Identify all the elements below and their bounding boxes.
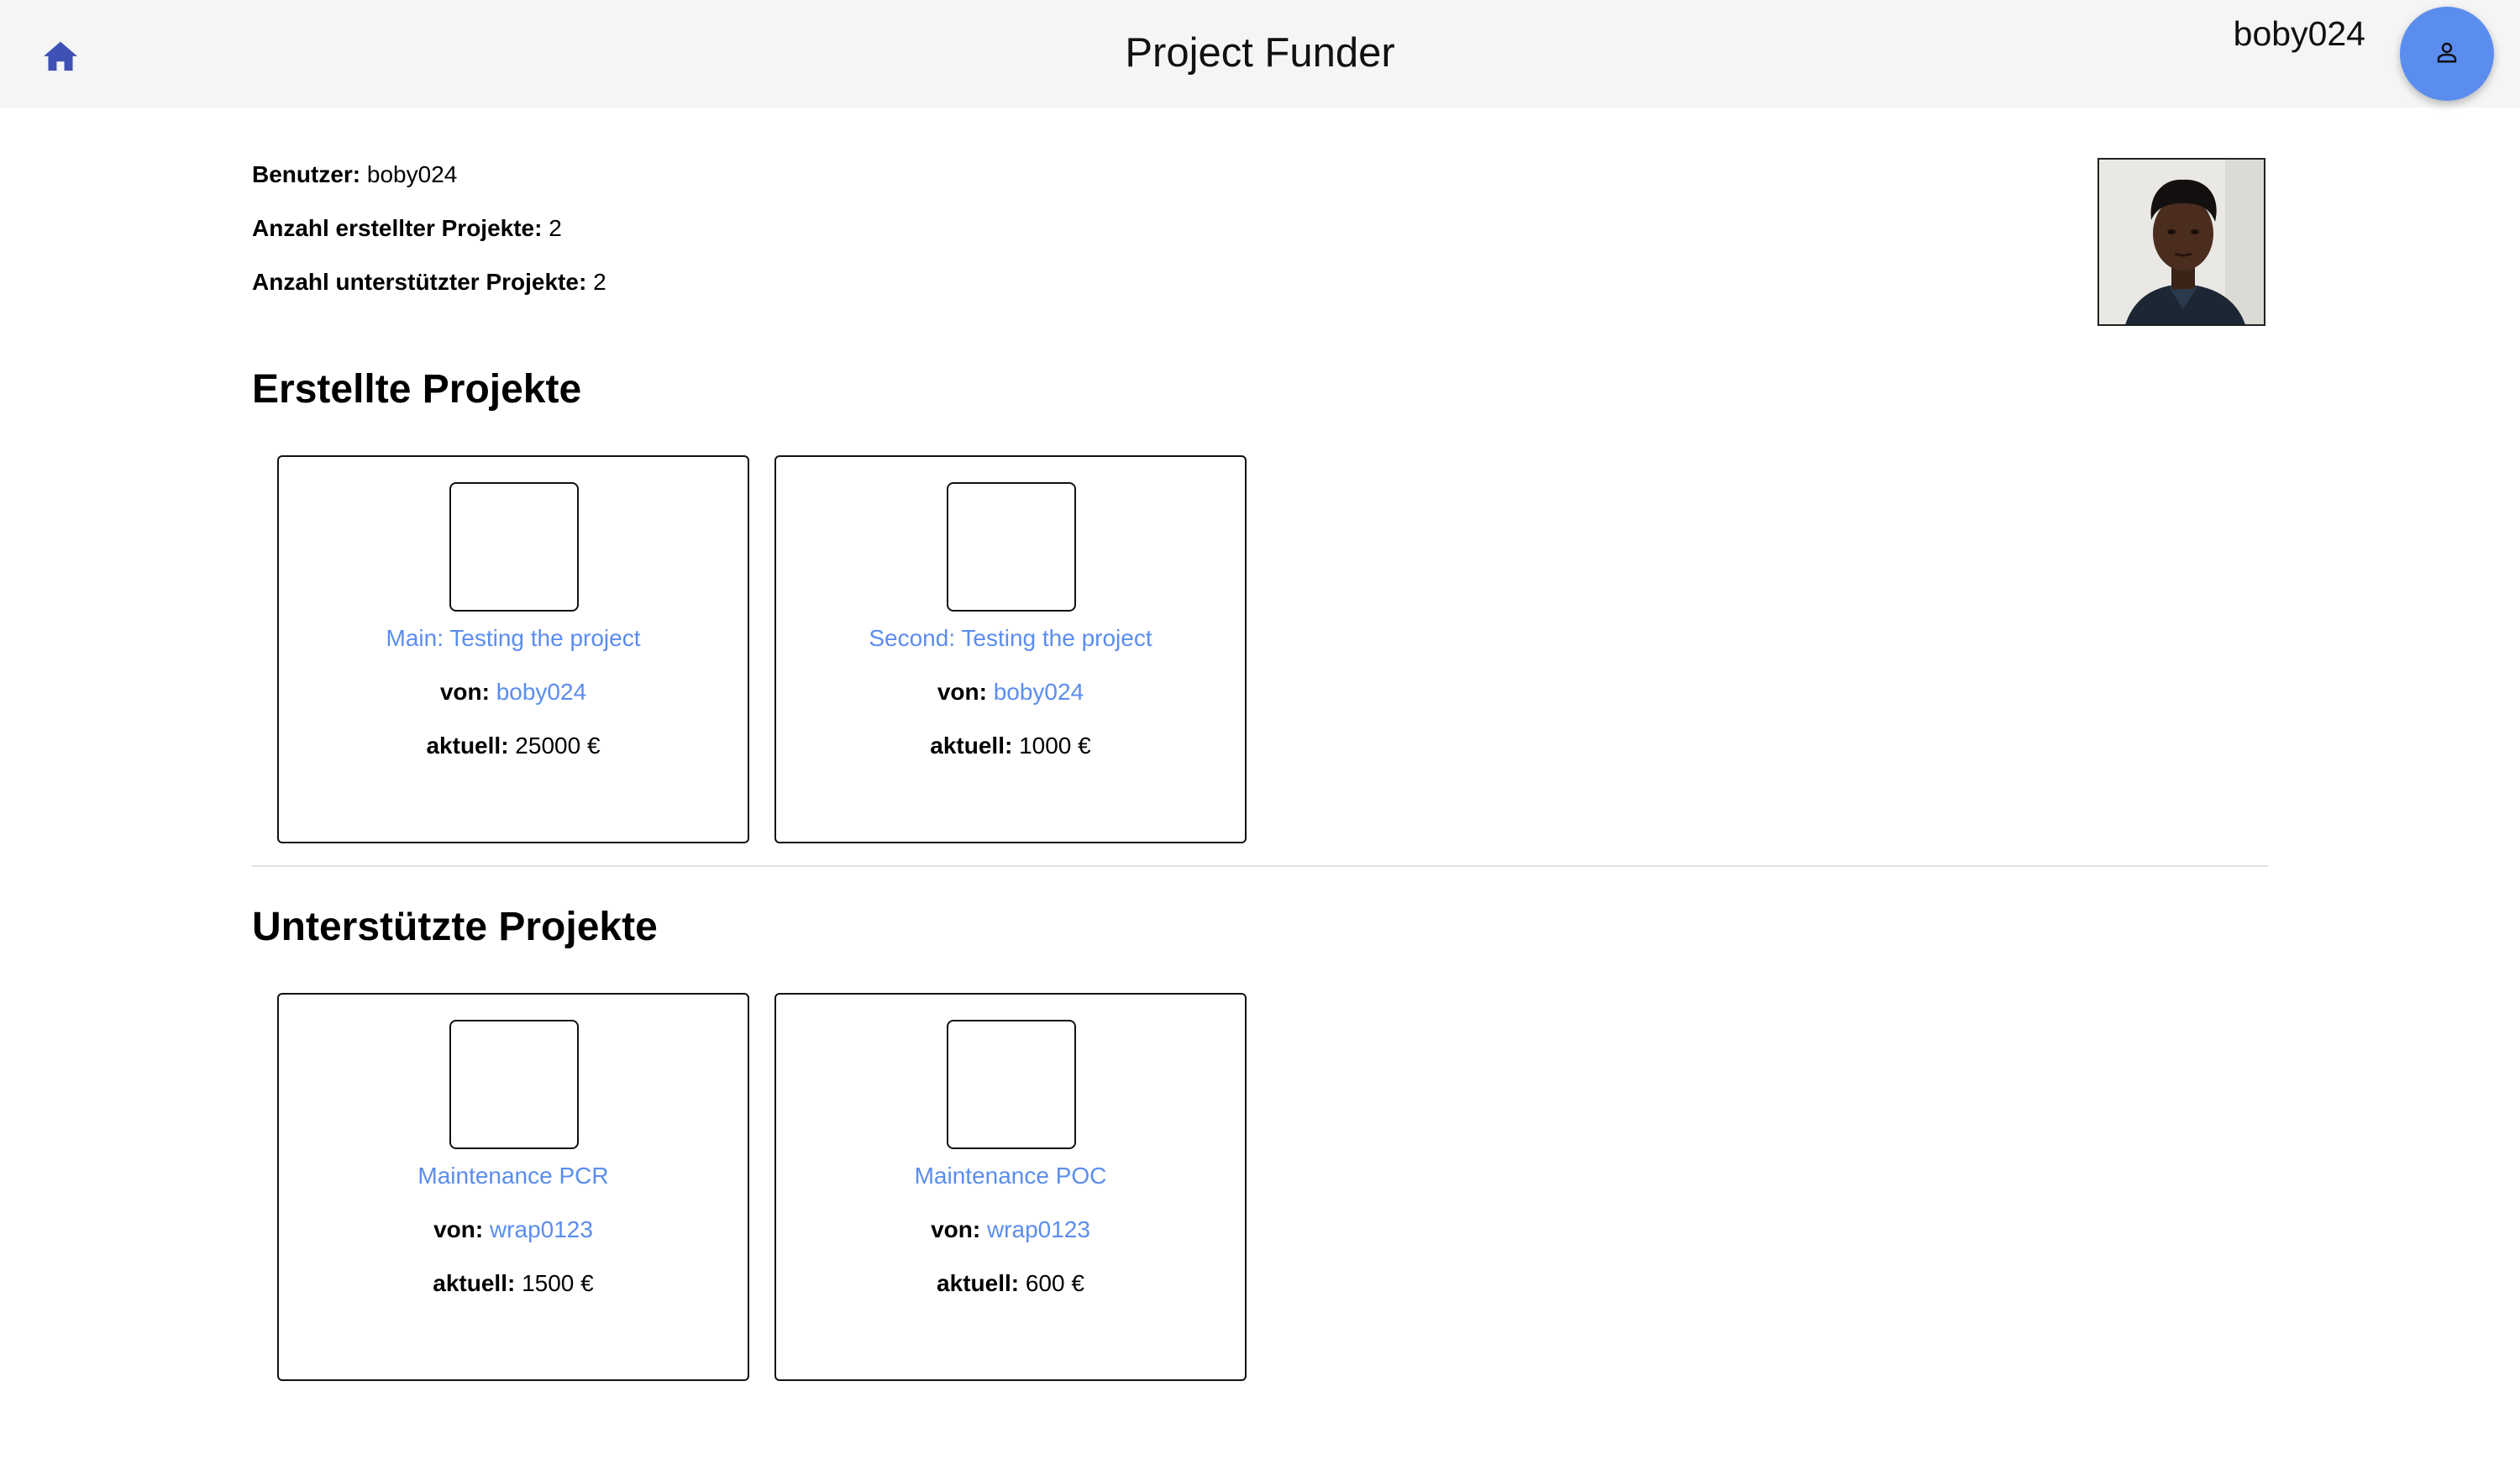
profile-user-row: Benutzer: boby024 xyxy=(252,158,457,192)
profile-avatar xyxy=(2097,158,2265,326)
author-label: von: xyxy=(439,679,490,705)
author-label: von: xyxy=(931,1216,981,1242)
amount-value: 25000 € xyxy=(515,732,601,759)
author-label: von: xyxy=(937,679,987,705)
project-amount-row: aktuell: 1000 € xyxy=(776,729,1245,763)
project-image-placeholder xyxy=(449,1020,579,1149)
header-username: boby024 xyxy=(2233,14,2365,53)
author-link[interactable]: boby024 xyxy=(994,679,1084,705)
supported-count-label: Anzahl unterstützter Projekte: xyxy=(252,269,587,295)
created-count-label: Anzahl erstellter Projekte: xyxy=(252,215,543,241)
project-author-row: von: wrap0123 xyxy=(776,1213,1245,1247)
created-projects-heading: Erstellte Projekte xyxy=(252,367,582,412)
author-link[interactable]: wrap0123 xyxy=(490,1216,593,1242)
project-amount-row: aktuell: 1500 € xyxy=(279,1267,748,1300)
project-author-row: von: boby024 xyxy=(776,675,1245,709)
project-card[interactable]: Main: Testing the project von: boby024 a… xyxy=(277,455,749,843)
user-label: Benutzer: xyxy=(252,161,361,187)
user-value: boby024 xyxy=(366,161,458,187)
project-amount-row: aktuell: 600 € xyxy=(776,1267,1245,1300)
project-title-link[interactable]: Maintenance PCR xyxy=(279,1159,748,1193)
project-author-row: von: wrap0123 xyxy=(279,1213,748,1247)
project-image-placeholder xyxy=(947,482,1076,612)
app-bar: Project Funder boby024 xyxy=(0,0,2520,108)
project-card[interactable]: Maintenance PCR von: wrap0123 aktuell: 1… xyxy=(277,993,749,1381)
section-divider xyxy=(252,865,2268,867)
supported-count-value: 2 xyxy=(593,269,606,295)
author-label: von: xyxy=(433,1216,484,1242)
person-icon[interactable] xyxy=(2434,39,2460,69)
amount-label: aktuell: xyxy=(433,1270,516,1296)
project-card[interactable]: Maintenance POC von: wrap0123 aktuell: 6… xyxy=(774,993,1247,1381)
project-card[interactable]: Second: Testing the project von: boby024… xyxy=(774,455,1247,843)
amount-label: aktuell: xyxy=(930,732,1013,759)
profile-supported-count-row: Anzahl unterstützter Projekte: 2 xyxy=(252,265,606,299)
amount-value: 600 € xyxy=(1025,1270,1084,1296)
amount-value: 1500 € xyxy=(522,1270,594,1296)
project-image-placeholder xyxy=(449,482,579,612)
project-amount-row: aktuell: 25000 € xyxy=(279,729,748,763)
supported-projects-heading: Unterstützte Projekte xyxy=(252,905,658,949)
amount-value: 1000 € xyxy=(1019,732,1091,759)
amount-label: aktuell: xyxy=(426,732,509,759)
author-link[interactable]: wrap0123 xyxy=(987,1216,1090,1242)
account-button[interactable] xyxy=(2400,7,2494,101)
app-title: Project Funder xyxy=(1125,30,1395,76)
project-title-link[interactable]: Second: Testing the project xyxy=(776,622,1245,655)
project-image-placeholder xyxy=(947,1020,1076,1149)
project-author-row: von: boby024 xyxy=(279,675,748,709)
project-title-link[interactable]: Maintenance POC xyxy=(776,1159,1245,1193)
created-count-value: 2 xyxy=(549,215,562,241)
project-title-link[interactable]: Main: Testing the project xyxy=(279,622,748,655)
amount-label: aktuell: xyxy=(937,1270,1020,1296)
profile-created-count-row: Anzahl erstellter Projekte: 2 xyxy=(252,212,562,245)
author-link[interactable]: boby024 xyxy=(496,679,586,705)
